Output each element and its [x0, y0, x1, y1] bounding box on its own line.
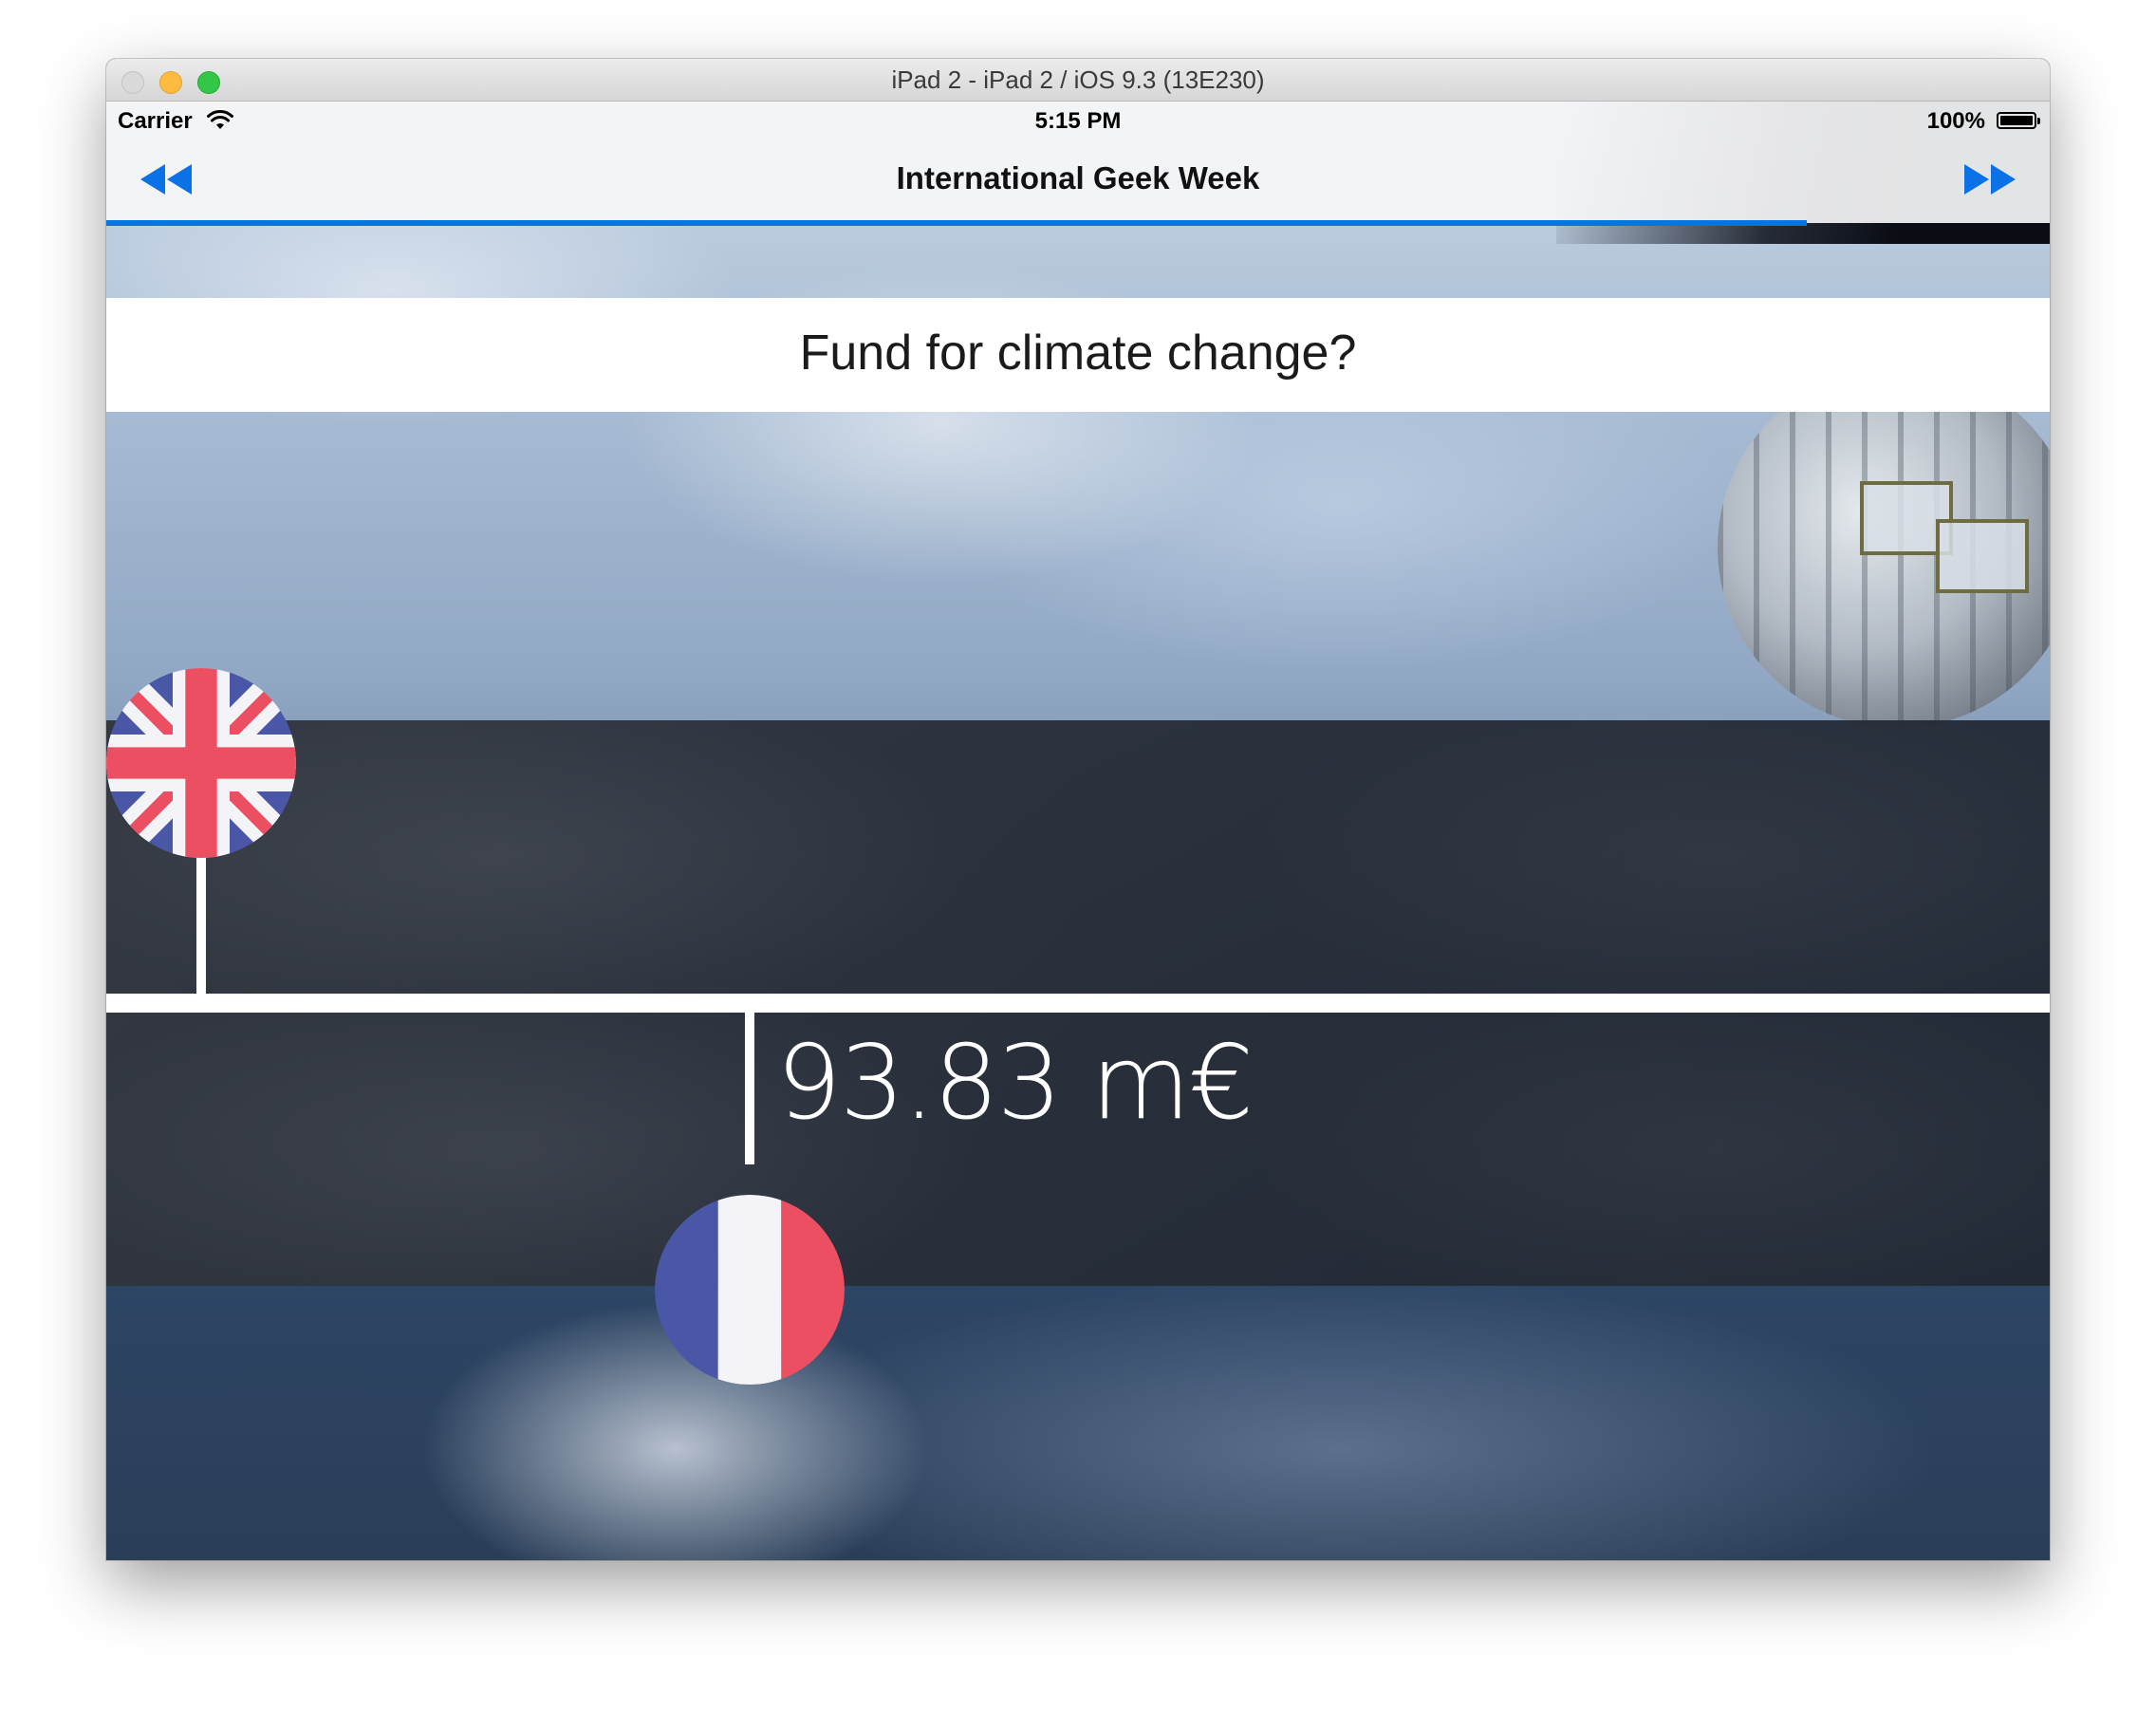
fast-forward-icon [1964, 164, 2016, 195]
battery-icon [1997, 112, 2040, 129]
france-value-label: 93.83 m€ [776, 1024, 1254, 1143]
clock-label: 5:15 PM [1034, 108, 1122, 134]
france-value-marker [745, 1013, 754, 1164]
simulator-window: iPad 2 - iPad 2 / iOS 9.3 (13E230) Carri… [106, 59, 2050, 1560]
nav-title: International Geek Week [896, 160, 1260, 195]
uk-flag-slider-handle[interactable] [106, 668, 296, 858]
uk-value-marker [196, 853, 206, 994]
france-flag-icon [655, 1195, 845, 1385]
ios-screen: Carrier 5:15 PM 100% International Geek … [106, 102, 2050, 1560]
battery-percentage: 100% [1926, 108, 1985, 134]
question-band: Fund for climate change? [106, 298, 2050, 412]
navigation-bar: Carrier 5:15 PM 100% International Geek … [106, 102, 2050, 223]
uk-answer-panel [106, 720, 2050, 994]
stage: iPad 2 - iPad 2 / iOS 9.3 (13E230) Carri… [0, 0, 2156, 1712]
station-panel [1936, 519, 2029, 593]
window-title: iPad 2 - iPad 2 / iOS 9.3 (13E230) [891, 65, 1265, 94]
progress-bar-fill [106, 220, 1807, 226]
france-flag-slider-handle[interactable] [655, 1195, 845, 1385]
baseline-divider [106, 994, 2050, 1013]
question-text: Fund for climate change? [799, 326, 1357, 381]
status-bar: Carrier 5:15 PM 100% [106, 102, 2050, 141]
progress-bar [106, 220, 2050, 226]
next-question-button[interactable] [1959, 158, 2017, 200]
united-kingdom-flag-icon [106, 668, 296, 858]
title-bar[interactable]: iPad 2 - iPad 2 / iOS 9.3 (13E230) [106, 59, 2050, 102]
